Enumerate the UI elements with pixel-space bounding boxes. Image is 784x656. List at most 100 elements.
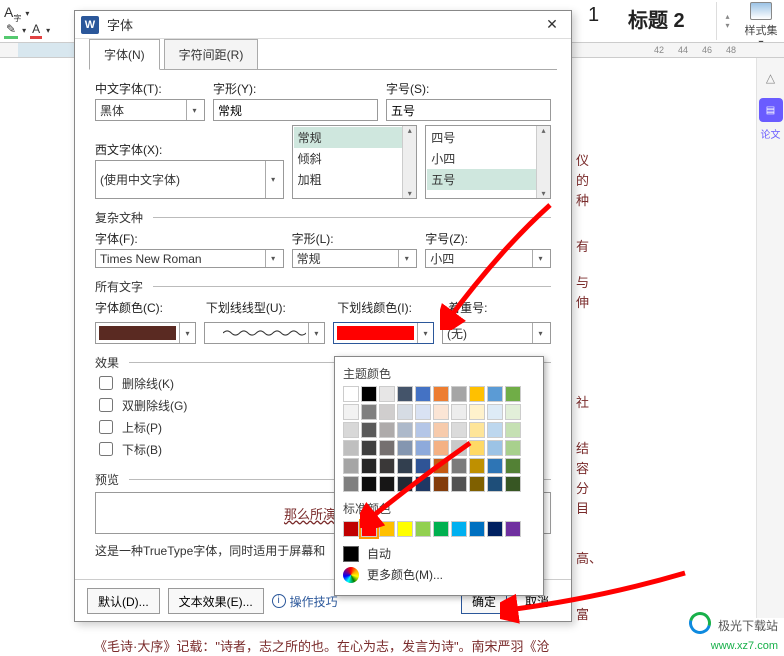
dropdown-caret-icon[interactable]: ▾ bbox=[22, 26, 26, 35]
list-item[interactable]: 倾斜 bbox=[294, 148, 416, 169]
highlight-icon[interactable]: ✎ bbox=[4, 22, 18, 39]
color-swatch[interactable] bbox=[451, 404, 467, 420]
scrollbar[interactable]: ▴▾ bbox=[402, 126, 416, 198]
emphasis-select[interactable]: (无)▾ bbox=[442, 322, 551, 344]
color-swatch[interactable] bbox=[361, 422, 377, 438]
checkbox-subscript[interactable] bbox=[99, 442, 113, 456]
color-swatch[interactable] bbox=[451, 422, 467, 438]
color-swatch[interactable] bbox=[433, 404, 449, 420]
font-color-icon[interactable]: A bbox=[30, 22, 42, 39]
color-swatch[interactable] bbox=[415, 386, 431, 402]
tab-font[interactable]: 字体(N) bbox=[89, 39, 160, 70]
size-input[interactable] bbox=[386, 99, 551, 121]
color-swatch[interactable] bbox=[469, 458, 485, 474]
western-font-select[interactable]: (使用中文字体)▾ bbox=[95, 160, 284, 199]
underline-style-select[interactable]: ▾ bbox=[204, 322, 325, 344]
color-swatch[interactable] bbox=[397, 386, 413, 402]
color-swatch[interactable] bbox=[505, 422, 521, 438]
color-swatch[interactable] bbox=[415, 422, 431, 438]
color-swatch[interactable] bbox=[361, 521, 377, 537]
color-swatch[interactable] bbox=[415, 521, 431, 537]
underline-color-select[interactable]: ▾ bbox=[333, 322, 434, 344]
color-swatch[interactable] bbox=[451, 521, 467, 537]
color-swatch[interactable] bbox=[361, 404, 377, 420]
color-swatch[interactable] bbox=[487, 404, 503, 420]
style-scroll[interactable]: ▴▾ bbox=[716, 2, 738, 40]
close-button[interactable]: ✕ bbox=[539, 16, 565, 34]
dropdown-caret-icon[interactable]: ▾ bbox=[25, 9, 29, 18]
scrollbar[interactable]: ▴▾ bbox=[536, 126, 550, 198]
color-swatch[interactable] bbox=[379, 458, 395, 474]
color-swatch[interactable] bbox=[487, 476, 503, 492]
color-swatch[interactable] bbox=[361, 440, 377, 456]
color-swatch[interactable] bbox=[433, 386, 449, 402]
color-swatch[interactable] bbox=[505, 521, 521, 537]
color-swatch[interactable] bbox=[379, 476, 395, 492]
color-swatch[interactable] bbox=[361, 476, 377, 492]
list-item[interactable]: 五号 bbox=[427, 169, 549, 190]
color-swatch[interactable] bbox=[397, 404, 413, 420]
color-swatch[interactable] bbox=[433, 476, 449, 492]
dropdown-caret-icon[interactable]: ▾ bbox=[46, 26, 50, 35]
color-swatch[interactable] bbox=[397, 521, 413, 537]
color-swatch[interactable] bbox=[397, 440, 413, 456]
color-swatch[interactable] bbox=[343, 386, 359, 402]
format-font-icon[interactable]: A字 bbox=[4, 4, 21, 24]
color-swatch[interactable] bbox=[505, 404, 521, 420]
color-swatch[interactable] bbox=[379, 521, 395, 537]
color-swatch[interactable] bbox=[415, 476, 431, 492]
color-swatch[interactable] bbox=[451, 440, 467, 456]
complex-size-select[interactable]: 小四▾ bbox=[425, 249, 551, 268]
color-swatch[interactable] bbox=[451, 386, 467, 402]
style-listbox[interactable]: 常规 倾斜 加粗 ▴▾ bbox=[292, 125, 418, 199]
default-button[interactable]: 默认(D)... bbox=[87, 588, 160, 614]
color-swatch[interactable] bbox=[415, 440, 431, 456]
color-swatch[interactable] bbox=[433, 521, 449, 537]
color-swatch[interactable] bbox=[415, 458, 431, 474]
color-swatch[interactable] bbox=[487, 422, 503, 438]
color-swatch[interactable] bbox=[487, 440, 503, 456]
color-swatch[interactable] bbox=[451, 458, 467, 474]
font-color-select[interactable]: ▾ bbox=[95, 322, 196, 344]
complex-font-select[interactable]: Times New Roman▾ bbox=[95, 249, 284, 268]
color-swatch[interactable] bbox=[379, 404, 395, 420]
color-swatch[interactable] bbox=[343, 521, 359, 537]
color-swatch[interactable] bbox=[361, 386, 377, 402]
style-input[interactable] bbox=[213, 99, 378, 121]
thesis-panel-button[interactable]: ▤ bbox=[759, 98, 783, 122]
chinese-font-select[interactable]: 黑体▾ bbox=[95, 99, 205, 121]
color-swatch[interactable] bbox=[397, 476, 413, 492]
complex-style-select[interactable]: 常规▾ bbox=[292, 249, 418, 268]
checkbox-dbl-strike[interactable] bbox=[99, 398, 113, 412]
color-swatch[interactable] bbox=[379, 440, 395, 456]
color-swatch[interactable] bbox=[397, 422, 413, 438]
color-swatch[interactable] bbox=[469, 404, 485, 420]
color-swatch[interactable] bbox=[433, 422, 449, 438]
color-swatch[interactable] bbox=[343, 404, 359, 420]
color-swatch[interactable] bbox=[505, 476, 521, 492]
color-swatch[interactable] bbox=[505, 440, 521, 456]
color-swatch[interactable] bbox=[451, 476, 467, 492]
checkbox-strike[interactable] bbox=[99, 376, 113, 390]
color-swatch[interactable] bbox=[343, 422, 359, 438]
checkbox-superscript[interactable] bbox=[99, 420, 113, 434]
list-item[interactable]: 四号 bbox=[427, 127, 549, 148]
color-swatch[interactable] bbox=[433, 440, 449, 456]
color-swatch[interactable] bbox=[505, 386, 521, 402]
color-swatch[interactable] bbox=[469, 422, 485, 438]
tab-spacing[interactable]: 字符间距(R) bbox=[164, 39, 259, 69]
style-heading2[interactable]: 标题 2 bbox=[628, 4, 685, 33]
tips-link[interactable]: i 操作技巧 bbox=[272, 593, 338, 610]
color-swatch[interactable] bbox=[415, 404, 431, 420]
color-swatch[interactable] bbox=[397, 458, 413, 474]
color-swatch[interactable] bbox=[469, 476, 485, 492]
color-swatch[interactable] bbox=[487, 458, 503, 474]
more-colors-button[interactable]: 更多颜色(M)... bbox=[343, 566, 535, 583]
color-swatch[interactable] bbox=[379, 386, 395, 402]
list-item[interactable]: 常规 bbox=[294, 127, 416, 148]
color-swatch[interactable] bbox=[343, 476, 359, 492]
color-swatch[interactable] bbox=[469, 521, 485, 537]
size-listbox[interactable]: 四号 小四 五号 ▴▾ bbox=[425, 125, 551, 199]
color-swatch[interactable] bbox=[469, 386, 485, 402]
color-swatch[interactable] bbox=[487, 386, 503, 402]
